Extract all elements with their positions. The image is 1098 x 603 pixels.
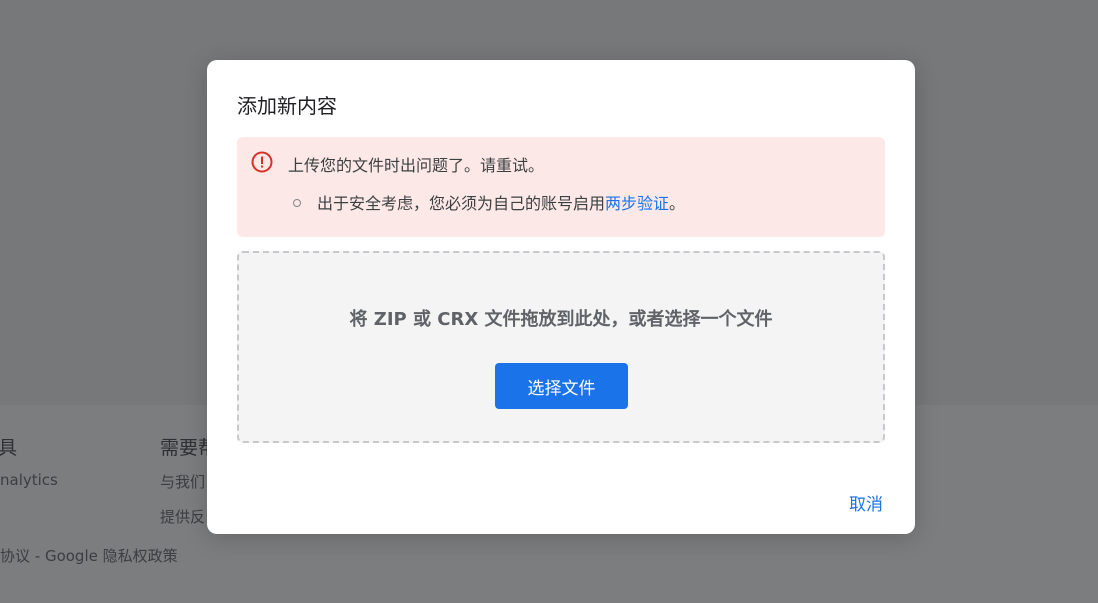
dialog-title: 添加新内容 <box>237 94 337 118</box>
two-step-verification-link[interactable]: 两步验证 <box>605 194 669 213</box>
add-item-dialog: 添加新内容 上传您的文件时出问题了。请重试。 出于安全考虑，您必须为自己的账号启… <box>207 60 915 534</box>
error-detail: 出于安全考虑，您必须为自己的账号启用两步验证。 <box>293 190 685 214</box>
footer-link-analytics[interactable]: nalytics <box>0 471 58 489</box>
error-detail-text: 出于安全考虑，您必须为自己的账号启用 <box>317 194 606 213</box>
error-circle-icon <box>251 151 273 173</box>
dropzone-instructions: 将 ZIP 或 CRX 文件拖放到此处，或者选择一个文件 <box>349 309 773 330</box>
error-banner: 上传您的文件时出问题了。请重试。 出于安全考虑，您必须为自己的账号启用两步验证。 <box>237 137 885 237</box>
error-detail-suffix: 。 <box>669 194 686 213</box>
footer-link-feedback[interactable]: 提供反 <box>160 506 205 527</box>
cancel-button[interactable]: 取消 <box>849 490 883 515</box>
error-message: 上传您的文件时出问题了。请重试。 <box>288 156 545 175</box>
footer-heading-tools: 具 <box>0 437 18 459</box>
file-dropzone[interactable]: 将 ZIP 或 CRX 文件拖放到此处，或者选择一个文件 选择文件 <box>237 251 885 443</box>
choose-file-button[interactable]: 选择文件 <box>495 363 628 409</box>
page: 具 nalytics 需要帮 与我们 提供反 协议 - Google 隐私权政策… <box>0 0 1098 603</box>
bullet-icon <box>293 198 301 207</box>
footer-link-contact[interactable]: 与我们 <box>160 471 205 492</box>
footer-legal-links[interactable]: 协议 - Google 隐私权政策 <box>0 545 178 566</box>
